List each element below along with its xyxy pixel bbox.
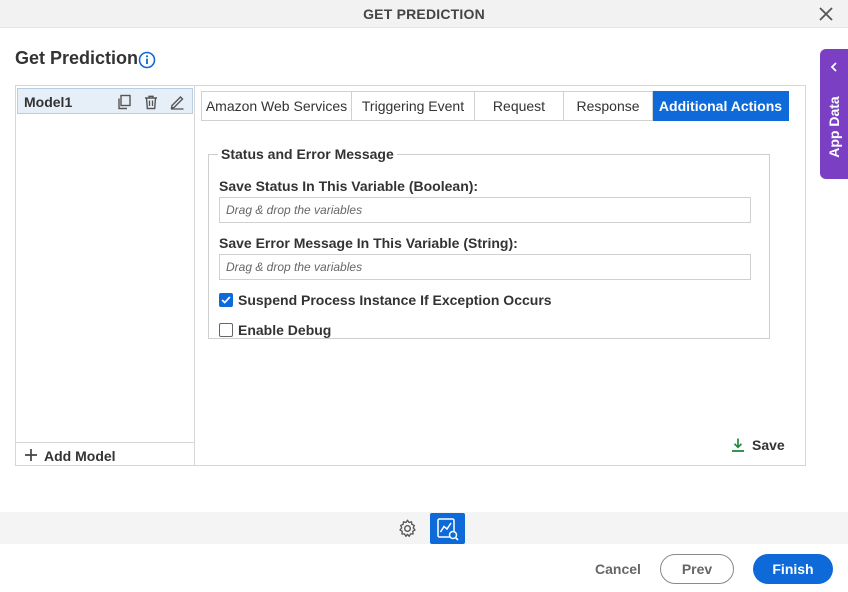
app-data-tab[interactable]: App Data <box>820 49 848 179</box>
status-variable-input[interactable] <box>219 197 751 223</box>
status-error-group: Status and Error Message Save Status In … <box>208 146 770 339</box>
add-model-label: Add Model <box>44 448 116 464</box>
dialog-title: GET PREDICTION <box>363 6 485 22</box>
status-variable-label: Save Status In This Variable (Boolean): <box>219 178 479 194</box>
finish-button[interactable]: Finish <box>753 554 833 584</box>
cancel-button[interactable]: Cancel <box>588 556 648 582</box>
tab-additional-actions[interactable]: Additional Actions <box>653 91 789 121</box>
copy-icon[interactable] <box>116 94 132 110</box>
suspend-process-label: Suspend Process Instance If Exception Oc… <box>238 292 552 308</box>
app-data-label: App Data <box>826 96 842 158</box>
download-icon <box>732 438 744 452</box>
info-icon[interactable] <box>138 51 156 69</box>
gear-icon[interactable] <box>397 518 418 539</box>
save-label: Save <box>752 437 785 453</box>
analytics-icon <box>437 518 459 541</box>
edit-icon[interactable] <box>169 94 185 110</box>
tab-request[interactable]: Request <box>475 91 564 121</box>
tab-triggering-event[interactable]: Triggering Event <box>352 91 475 121</box>
close-icon[interactable] <box>818 6 834 22</box>
checkmark-icon <box>221 296 231 304</box>
model-list-panel: Model1 Add Model <box>16 86 195 465</box>
plus-icon <box>25 449 37 461</box>
tab-response[interactable]: Response <box>564 91 653 121</box>
group-legend: Status and Error Message <box>221 146 394 162</box>
chevron-left-icon <box>830 62 837 72</box>
settings-panel: Amazon Web Services Triggering Event Req… <box>196 86 805 465</box>
tab-bar: Amazon Web Services Triggering Event Req… <box>201 91 789 121</box>
trash-icon[interactable] <box>143 94 159 110</box>
dialog-titlebar: GET PREDICTION <box>0 0 848 28</box>
enable-debug-checkbox[interactable] <box>219 323 233 337</box>
prev-button[interactable]: Prev <box>660 554 734 584</box>
add-model-button[interactable]: Add Model <box>16 442 194 465</box>
analytics-button[interactable] <box>430 513 465 544</box>
model-list-item[interactable]: Model1 <box>17 88 193 114</box>
suspend-process-checkbox[interactable] <box>219 293 233 307</box>
error-variable-label: Save Error Message In This Variable (Str… <box>219 235 518 251</box>
model-name: Model1 <box>24 94 73 110</box>
enable-debug-checkbox-row[interactable]: Enable Debug <box>219 321 331 339</box>
enable-debug-label: Enable Debug <box>238 322 332 338</box>
tab-amazon-web-services[interactable]: Amazon Web Services <box>201 91 352 121</box>
save-button[interactable]: Save <box>730 435 785 455</box>
suspend-process-checkbox-row[interactable]: Suspend Process Instance If Exception Oc… <box>219 291 552 309</box>
page-title: Get Prediction <box>15 48 139 68</box>
bottom-toolbar <box>0 512 848 544</box>
error-variable-input[interactable] <box>219 254 751 280</box>
main-panel: Model1 Add Model Amazon Web Services Tri… <box>15 85 806 466</box>
